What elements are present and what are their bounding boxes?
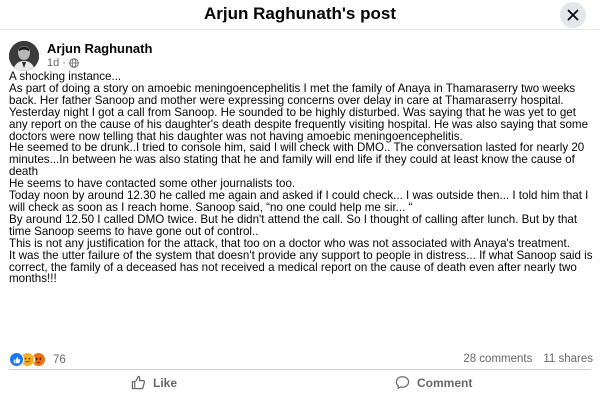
comment-count[interactable]: 28 comments xyxy=(463,353,532,365)
post-line: As part of doing a story on amoebic meni… xyxy=(9,81,576,107)
avatar-image xyxy=(9,41,39,71)
post-dialog-header: Arjun Raghunath's post xyxy=(0,0,600,30)
post-line: He seemed to be drunk..I tried to consol… xyxy=(9,141,585,179)
post-line: By around 12.50 I called DMO twice. But … xyxy=(9,212,578,238)
divider xyxy=(9,369,591,370)
reaction-icons xyxy=(9,352,46,367)
post-text: A shocking instance... As part of doing … xyxy=(9,71,595,285)
like-button[interactable]: Like xyxy=(131,375,177,390)
post-line: Yesterday night I got a call from Sanoop… xyxy=(9,105,589,143)
like-reaction-icon xyxy=(9,352,24,367)
dialog-title: Arjun Raghunath's post xyxy=(204,4,396,23)
thumbs-up-icon xyxy=(131,375,146,390)
close-icon xyxy=(567,9,579,21)
reaction-count: 76 xyxy=(53,353,66,366)
author-name[interactable]: Arjun Raghunath xyxy=(47,41,152,56)
post-meta: 1d · xyxy=(47,57,79,69)
engagement-counts: 28 comments 11 shares xyxy=(463,353,593,365)
comment-icon xyxy=(395,376,410,389)
like-label: Like xyxy=(153,375,178,390)
globe-icon xyxy=(69,58,79,68)
meta-separator: · xyxy=(62,57,66,69)
comment-label: Comment xyxy=(417,375,473,390)
avatar[interactable] xyxy=(9,41,39,71)
reactions-summary[interactable]: 76 xyxy=(9,352,66,367)
close-button[interactable] xyxy=(560,2,586,28)
comment-button[interactable]: Comment xyxy=(395,375,472,390)
share-count[interactable]: 11 shares xyxy=(543,353,593,365)
post-line: Today noon by around 12.30 he called me … xyxy=(9,189,589,214)
post-time[interactable]: 1d xyxy=(47,57,59,69)
post-line: This is not any justification for the at… xyxy=(9,236,570,250)
post-line: It was the utter failure of the system t… xyxy=(9,248,593,286)
